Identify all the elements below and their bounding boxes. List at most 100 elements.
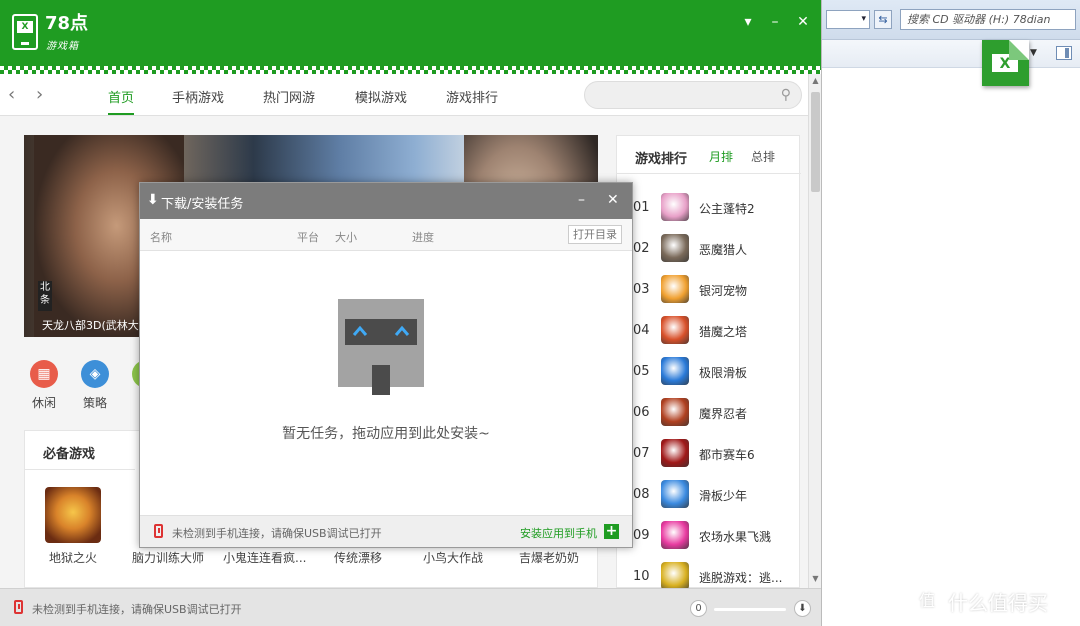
title-bar: X 78点 游戏箱 ▾ – ✕ — [0, 0, 821, 66]
close-button[interactable]: ✕ — [795, 14, 811, 30]
game-icon[interactable] — [45, 487, 101, 543]
empty-robot-icon — [338, 299, 424, 395]
phone-warning-icon — [14, 600, 23, 614]
rank-game-name[interactable]: 农场水果飞溅 — [699, 528, 771, 545]
tab-home[interactable]: 首页 — [108, 87, 135, 115]
rank-game-name[interactable]: 恶魔猎人 — [699, 241, 747, 258]
rank-game-name[interactable]: 公主蓬特2 — [699, 200, 755, 217]
refresh-icon[interactable]: ⇆ — [874, 10, 892, 29]
open-directory-button[interactable]: 打开目录 — [568, 225, 622, 244]
game-name[interactable]: 地狱之火 — [49, 549, 97, 566]
dialog-close-button[interactable]: ✕ — [607, 192, 619, 208]
rank-number: 07 — [633, 446, 650, 461]
watermark: 值 什么值得买 — [912, 584, 1080, 618]
main-scrollbar[interactable]: ▲ ▼ — [808, 74, 821, 588]
app-logo-icon: X — [12, 14, 38, 50]
ranking-row[interactable]: 04 猎魔之塔 — [617, 311, 801, 352]
preview-pane-icon[interactable] — [1056, 46, 1072, 60]
rank-number: 01 — [633, 200, 650, 215]
tab-monthly[interactable]: 月排 — [709, 148, 733, 165]
rank-game-name[interactable]: 逃脱游戏：逃... — [699, 569, 782, 586]
rank-game-name[interactable]: 极限滑板 — [699, 364, 747, 381]
forward-button[interactable]: › — [36, 84, 43, 105]
game-name[interactable]: 传统漂移 — [334, 549, 382, 566]
col-platform: 平台 — [297, 231, 319, 244]
rank-game-name[interactable]: 银河宠物 — [699, 282, 747, 299]
game-icon[interactable] — [661, 275, 689, 303]
category-casual[interactable]: ▦ 休闲 — [24, 360, 64, 411]
tab-game-ranking[interactable]: 游戏排行 — [446, 87, 498, 106]
col-progress: 进度 — [412, 231, 434, 244]
game-icon[interactable] — [661, 357, 689, 385]
nav-bar: ‹ › 首页 手柄游戏 热门网游 模拟游戏 游戏排行 ⚲ — [0, 74, 808, 116]
game-name[interactable]: 小鸟大作战 — [423, 549, 483, 566]
ranking-row[interactable]: 08 滑板少年 — [617, 475, 801, 516]
dialog-title: 下载/安装任务 — [161, 197, 244, 212]
ranking-title: 游戏排行 — [635, 152, 688, 167]
scroll-thumb[interactable] — [811, 92, 820, 192]
section-divider — [25, 469, 135, 470]
robot-eye-icon — [394, 324, 410, 338]
game-icon[interactable] — [661, 316, 689, 344]
rank-game-name[interactable]: 都市赛车6 — [699, 446, 755, 463]
game-name[interactable]: 小鬼连连看疯... — [223, 549, 306, 566]
section-title: 必备游戏 — [43, 447, 96, 462]
col-size: 大小 — [335, 231, 357, 244]
tab-controller-games[interactable]: 手柄游戏 — [172, 87, 224, 106]
game-icon[interactable] — [661, 398, 689, 426]
tab-simulation-games[interactable]: 模拟游戏 — [355, 87, 407, 106]
back-button[interactable]: ‹ — [8, 84, 15, 105]
ranking-row[interactable]: 05 极限滑板 — [617, 352, 801, 393]
col-name: 名称 — [150, 231, 172, 244]
rank-number: 05 — [633, 364, 650, 379]
explorer-toolbar: ▼ — [822, 40, 1080, 68]
rank-number: 10 — [633, 569, 650, 584]
download-icon[interactable]: ⬇ — [794, 600, 811, 617]
rank-game-name[interactable]: 猎魔之塔 — [699, 323, 747, 340]
brand-subtitle: 游戏箱 — [46, 41, 79, 52]
game-icon[interactable] — [661, 480, 689, 508]
scroll-down-icon[interactable]: ▼ — [809, 574, 821, 583]
checker-border — [0, 66, 821, 74]
explorer-search-input[interactable]: 搜索 CD 驱动器 (H:) 78dian — [900, 9, 1076, 30]
game-name[interactable]: 脑力训练大师 — [132, 549, 204, 566]
rank-number: 09 — [633, 528, 650, 543]
install-to-phone-button[interactable]: 安装应用到手机 — [520, 525, 597, 541]
ranking-row[interactable]: 03 银河宠物 — [617, 270, 801, 311]
minimize-button[interactable]: – — [767, 14, 783, 30]
download-dialog: ⬇ 下载/安装任务 – ✕ 名称 平台 大小 进度 打开目录 暂无任务，拖动应用… — [139, 182, 633, 548]
menu-button[interactable]: ▾ — [740, 14, 756, 30]
explorer-window: ▾ ⇆ 搜索 CD 驱动器 (H:) 78dian ▼ — [822, 0, 1080, 626]
search-input[interactable]: ⚲ — [584, 81, 802, 109]
game-icon[interactable] — [661, 562, 689, 590]
robot-eye-icon — [352, 324, 368, 338]
tab-popular-online[interactable]: 热门网游 — [263, 87, 315, 106]
scroll-up-icon[interactable]: ▲ — [809, 76, 821, 85]
game-icon[interactable] — [661, 521, 689, 549]
ranking-row[interactable]: 06 魔界忍者 — [617, 393, 801, 434]
search-icon[interactable]: ⚲ — [781, 87, 791, 103]
category-label: 休闲 — [31, 396, 56, 410]
ranking-row[interactable]: 09 农场水果飞溅 — [617, 516, 801, 557]
game-icon[interactable] — [661, 439, 689, 467]
plus-icon[interactable]: + — [604, 524, 619, 539]
ranking-row[interactable]: 01 公主蓬特2 — [617, 188, 801, 229]
game-name[interactable]: 吉爆老奶奶 — [519, 549, 579, 566]
game-icon[interactable] — [661, 193, 689, 221]
game-icon[interactable] — [661, 234, 689, 262]
ranking-row[interactable]: 07 都市赛车6 — [617, 434, 801, 475]
rank-number: 06 — [633, 405, 650, 420]
dialog-minimize-button[interactable]: – — [578, 192, 585, 208]
download-arrow-icon: ⬇ — [147, 192, 159, 208]
phone-warning-icon — [154, 524, 163, 538]
category-strategy[interactable]: ◈ 策略 — [75, 360, 115, 411]
drive-dropdown[interactable]: ▾ — [826, 10, 870, 29]
floating-app-logo-icon[interactable]: X — [982, 40, 1029, 86]
rank-game-name[interactable]: 魔界忍者 — [699, 405, 747, 422]
brand-name: 78点 — [45, 13, 89, 34]
tab-overall[interactable]: 总排 — [751, 148, 775, 165]
rank-game-name[interactable]: 滑板少年 — [699, 487, 747, 504]
view-dropdown-icon[interactable]: ▼ — [1030, 48, 1037, 58]
download-count-badge[interactable]: 0 — [690, 600, 707, 617]
ranking-row[interactable]: 02 恶魔猎人 — [617, 229, 801, 270]
